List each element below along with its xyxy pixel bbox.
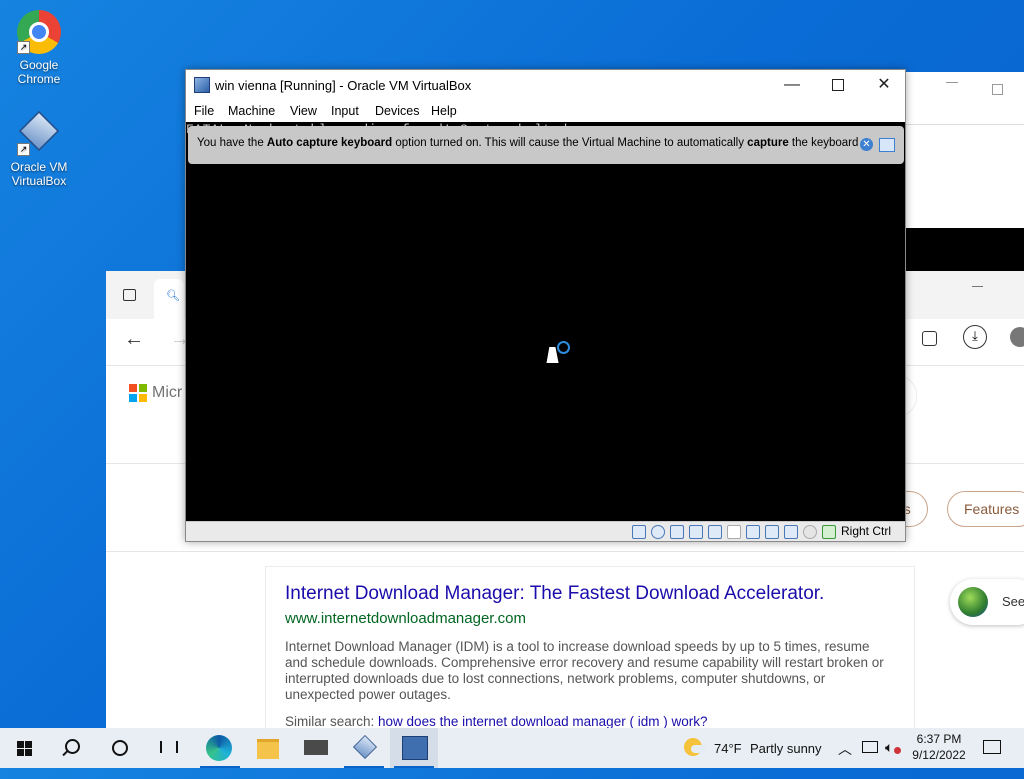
mouse-pointer-icon <box>546 347 562 363</box>
menu-view[interactable]: View <box>290 104 317 118</box>
cortana-button[interactable] <box>96 728 144 768</box>
mail-icon <box>304 740 328 755</box>
content-divider <box>106 551 1024 552</box>
task-view-button[interactable] <box>144 728 192 768</box>
virtualbox-icon <box>352 734 378 760</box>
virtualbox-vm-window[interactable]: win vienna [Running] - Oracle VM Virtual… <box>185 69 906 542</box>
cpu-icon[interactable] <box>784 525 798 539</box>
search-icon: 🔍︎ <box>166 290 180 302</box>
result-description: Internet Download Manager (IDM) is a too… <box>285 639 884 702</box>
desktop-icon-chrome[interactable]: ↗ Google Chrome <box>4 10 74 86</box>
shortcut-arrow-icon: ↗ <box>17 143 30 156</box>
menu-machine[interactable]: Machine <box>228 104 275 118</box>
edge-icon <box>206 735 232 761</box>
optical-drive-icon[interactable] <box>651 525 665 539</box>
taskbar-mail[interactable] <box>292 728 340 768</box>
search-button[interactable] <box>48 728 96 768</box>
menu-input[interactable]: Input <box>331 104 359 118</box>
task-view-icon <box>160 741 178 753</box>
result-title-link[interactable]: Internet Download Manager: The Fastest D… <box>285 583 824 605</box>
volume-muted-icon[interactable]: 🔈︎ <box>885 739 901 779</box>
status-bar: Right Ctrl <box>186 521 905 541</box>
similar-search-link[interactable]: how does the internet download manager (… <box>378 714 707 729</box>
keyboard-capture-icon[interactable] <box>822 525 836 539</box>
menu-help[interactable]: Help <box>431 104 457 118</box>
window-title: win vienna [Running] - Oracle VM Virtual… <box>215 78 472 93</box>
menu-file[interactable]: File <box>194 104 214 118</box>
maximize-button[interactable] <box>815 70 861 100</box>
weather-text: Partly sunny <box>750 741 822 756</box>
network-icon[interactable] <box>689 525 703 539</box>
background-vm-screen <box>906 222 1024 272</box>
search-result: Internet Download Manager: The Fastest D… <box>266 567 914 737</box>
taskbar-vm-window[interactable] <box>390 728 438 768</box>
microsoft-logo <box>129 384 147 402</box>
menu-devices[interactable]: Devices <box>375 104 419 118</box>
virtualbox-icon: ↗ <box>17 110 61 156</box>
mouse-integration-icon[interactable] <box>803 525 817 539</box>
video-capture-icon[interactable] <box>765 525 779 539</box>
shortcut-arrow-icon: ↗ <box>17 41 30 54</box>
audio-icon[interactable] <box>670 525 684 539</box>
side-card[interactable]: See <box>950 579 1024 625</box>
profile-avatar[interactable] <box>1010 327 1024 347</box>
taskbar-file-explorer[interactable] <box>244 728 292 768</box>
minimize-button[interactable]: — <box>769 70 815 100</box>
cortana-icon <box>112 740 128 756</box>
folder-icon <box>257 739 279 759</box>
desktop-icon-virtualbox[interactable]: ↗ Oracle VM VirtualBox <box>4 108 74 188</box>
background-window[interactable] <box>906 72 1024 222</box>
similar-search: Similar search: how does the internet do… <box>285 714 707 729</box>
taskbar: 74°F Partly sunny ︿ 🔈︎ 6:37 PM 9/12/2022 <box>0 728 1024 768</box>
similar-search-label: Similar search: <box>285 714 379 729</box>
weather-temp: 74°F <box>714 741 742 756</box>
minimize-icon[interactable] <box>972 286 983 287</box>
menu-bar: File Machine View Input Devices Help <box>186 100 905 122</box>
desktop-icon-label: Oracle VM VirtualBox <box>10 160 68 188</box>
auto-capture-notice: You have the Auto capture keyboard optio… <box>188 126 904 164</box>
virtualbox-icon <box>194 77 210 93</box>
filter-chip-features[interactable]: Features <box>947 491 1024 527</box>
close-notice-icon[interactable]: ✕ <box>860 138 873 151</box>
microsoft-logo-text: Micr <box>152 384 183 401</box>
desktop-icon-label: Google Chrome <box>17 58 61 86</box>
clock-time: 6:37 PM <box>916 732 962 746</box>
hard-disk-icon[interactable] <box>632 525 646 539</box>
notice-text: You have the Auto capture keyboard optio… <box>197 137 859 149</box>
side-card-text: See <box>1002 594 1024 609</box>
do-not-show-again-icon[interactable] <box>879 138 895 152</box>
title-bar[interactable]: win vienna [Running] - Oracle VM Virtual… <box>186 70 905 100</box>
vm-window-icon <box>402 736 428 760</box>
clock-date: 9/12/2022 <box>912 748 966 762</box>
back-arrow-icon[interactable]: ← <box>124 328 144 351</box>
result-url[interactable]: www.internetdownloadmanager.com <box>285 610 526 627</box>
collections-icon[interactable] <box>922 331 937 346</box>
windows-logo-icon <box>17 741 32 756</box>
tab-actions-icon[interactable] <box>123 289 136 301</box>
downloads-icon[interactable]: ⤓ <box>963 325 987 349</box>
close-button[interactable]: ✕ <box>861 70 907 100</box>
start-button[interactable] <box>0 728 48 768</box>
window-divider <box>906 124 1024 125</box>
shared-folders-icon[interactable] <box>727 525 741 539</box>
maximize-icon[interactable] <box>992 84 1003 95</box>
display-icon[interactable] <box>746 525 760 539</box>
clock[interactable]: 6:37 PM 9/12/2022 <box>909 728 969 768</box>
idm-globe-icon <box>958 587 988 617</box>
host-key-label[interactable]: Right Ctrl <box>841 524 891 538</box>
taskbar-virtualbox[interactable] <box>340 728 388 768</box>
taskbar-edge[interactable] <box>196 728 244 768</box>
chrome-icon: ↗ <box>17 10 61 54</box>
show-hidden-icons-chevron-icon[interactable]: ︿ <box>838 739 852 779</box>
vm-display[interactable]: FATAL: No bootable medium found! System … <box>186 122 905 522</box>
usb-icon[interactable] <box>708 525 722 539</box>
minimize-icon[interactable] <box>946 82 958 83</box>
edge-tab[interactable]: 🔍︎ <box>154 279 184 319</box>
